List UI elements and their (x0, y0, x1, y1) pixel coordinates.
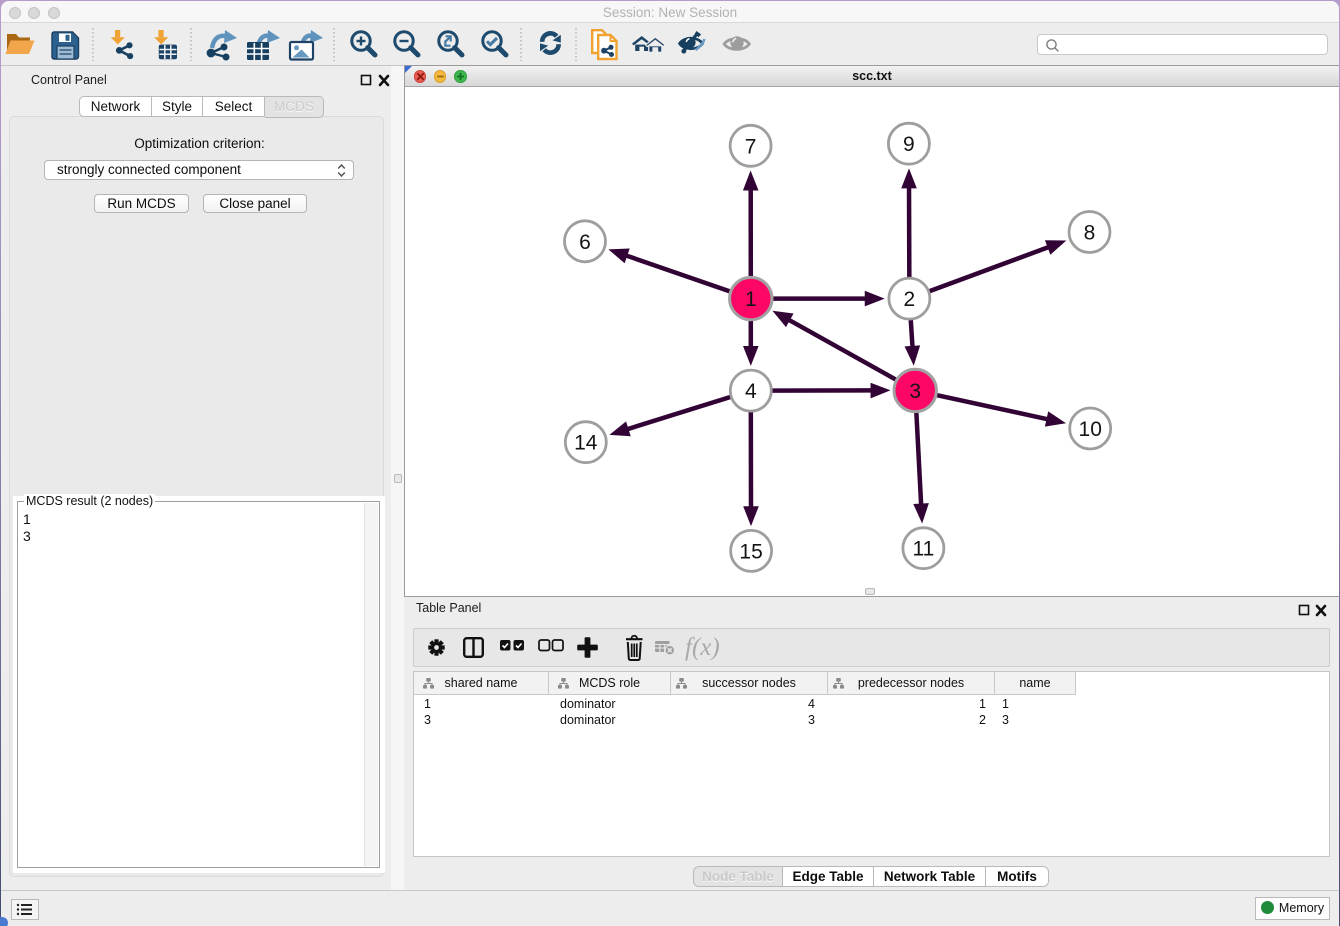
svg-text:6: 6 (579, 231, 591, 254)
svg-text:10: 10 (1079, 418, 1102, 441)
svg-text:9: 9 (903, 133, 915, 156)
svg-text:4: 4 (745, 380, 757, 403)
svg-text:f(x): f(x) (685, 634, 720, 661)
svg-text:2: 2 (904, 288, 916, 311)
svg-text:11: 11 (912, 538, 934, 561)
svg-text:1: 1 (745, 288, 757, 311)
svg-text:3: 3 (909, 380, 921, 403)
svg-text:7: 7 (745, 135, 757, 158)
svg-text:15: 15 (739, 540, 762, 563)
svg-text:8: 8 (1084, 222, 1096, 245)
svg-text:14: 14 (574, 432, 598, 455)
